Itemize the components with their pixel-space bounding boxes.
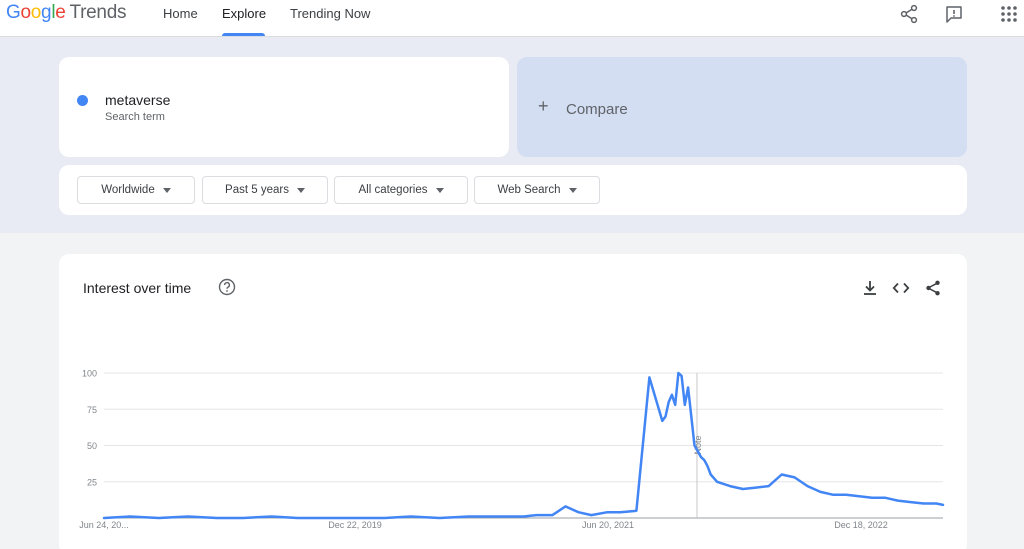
y-tick-label: 100 [82, 369, 97, 379]
interest-over-time-chart: 255075100 Note Jun 24, 20... Dec 22, 2019… [79, 369, 945, 530]
y-tick-label: 25 [87, 477, 97, 487]
x-tick-label: Dec 18, 2022 [834, 520, 888, 530]
x-tick-label: Dec 22, 2019 [328, 520, 382, 530]
x-tick-label: Jun 20, 2021 [582, 520, 634, 530]
x-tick-label: Jun 24, 20... [79, 520, 129, 530]
y-tick-label: 50 [87, 441, 97, 451]
y-tick-label: 75 [87, 405, 97, 415]
